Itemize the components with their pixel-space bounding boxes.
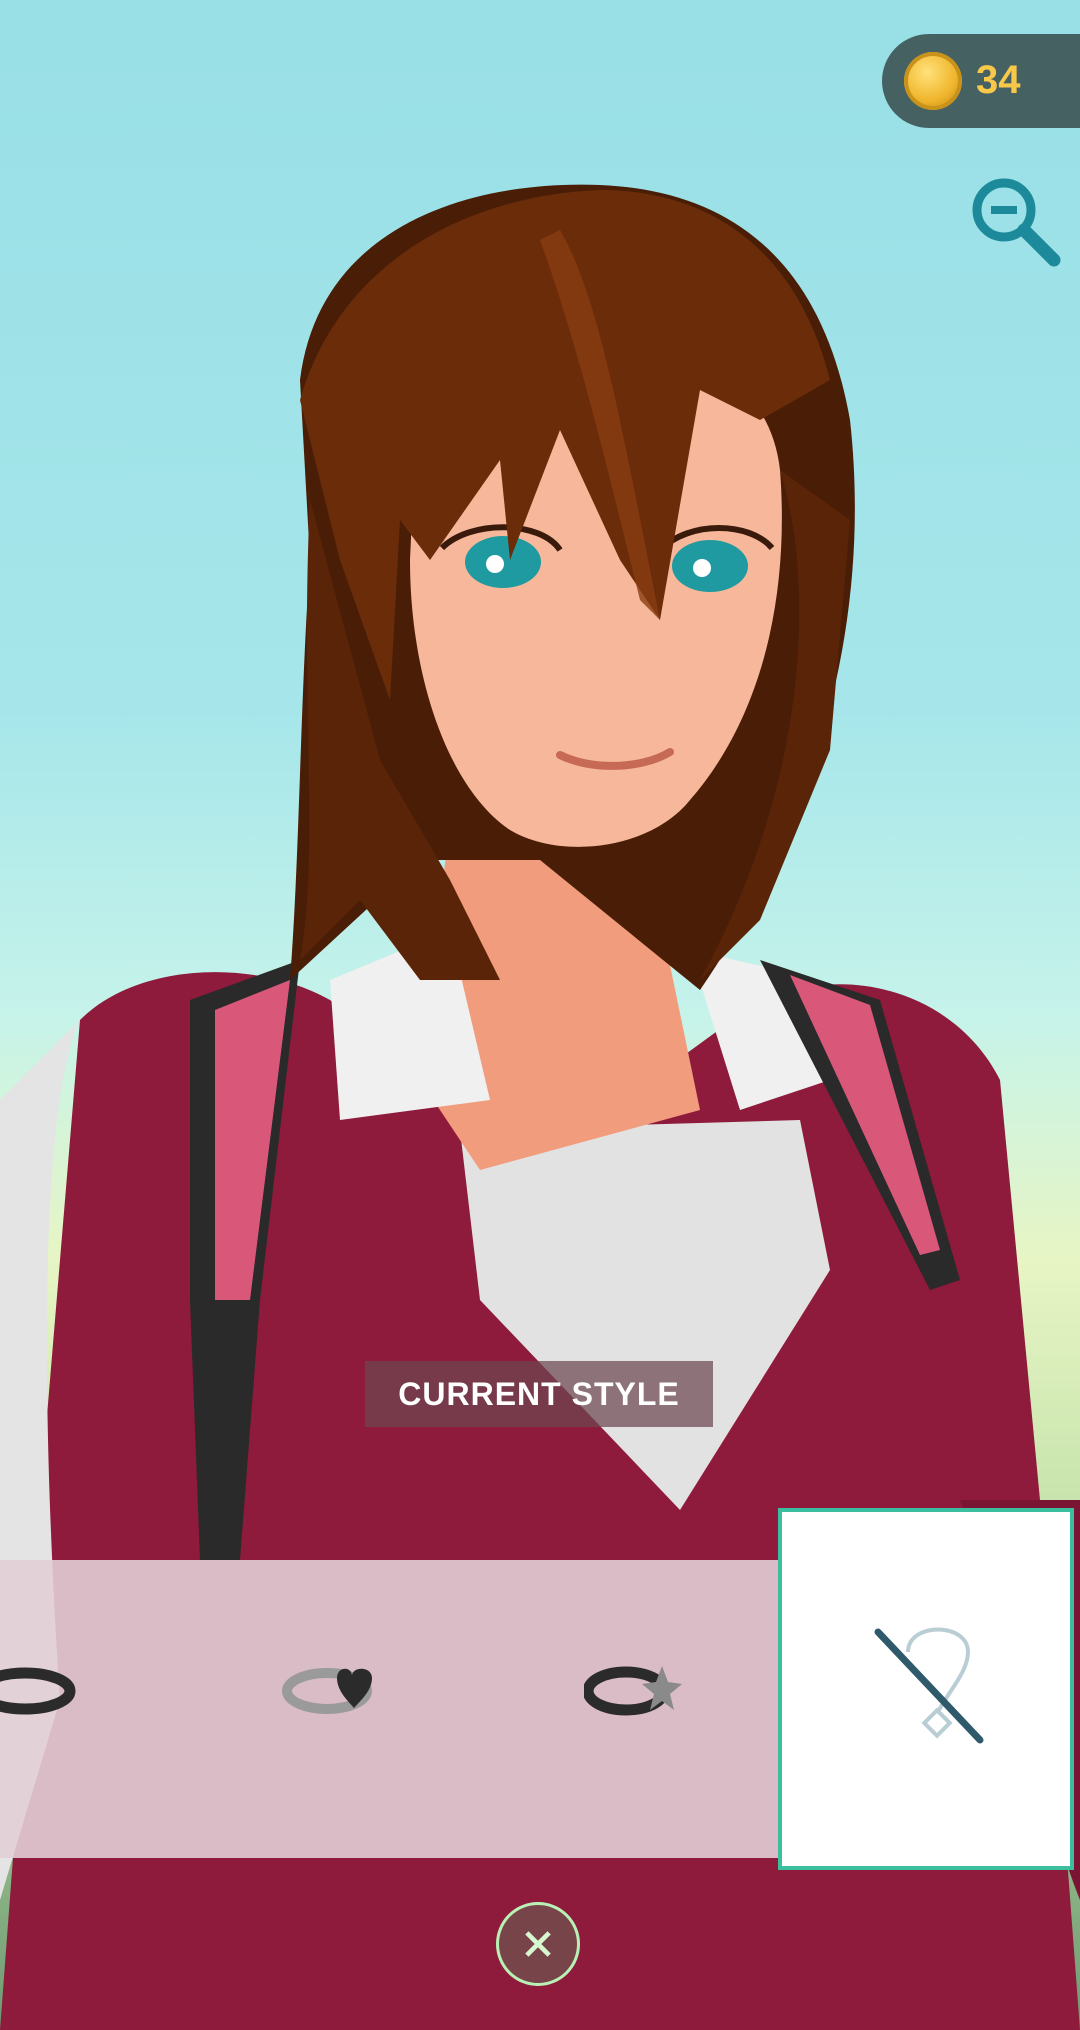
ring-star-icon[interactable] <box>584 1646 684 1736</box>
ring-icon[interactable] <box>0 1646 80 1736</box>
close-icon[interactable] <box>496 1902 580 1986</box>
zoom-out-icon[interactable] <box>966 172 1066 272</box>
pokecoin-icon <box>904 52 962 110</box>
coin-count: 34 <box>976 58 1021 102</box>
selected-item-card[interactable] <box>778 1508 1074 1870</box>
ring-heart-icon[interactable] <box>282 1646 382 1736</box>
no-necklace-icon <box>874 1627 984 1744</box>
current-style-label: CURRENT STYLE <box>365 1361 713 1427</box>
